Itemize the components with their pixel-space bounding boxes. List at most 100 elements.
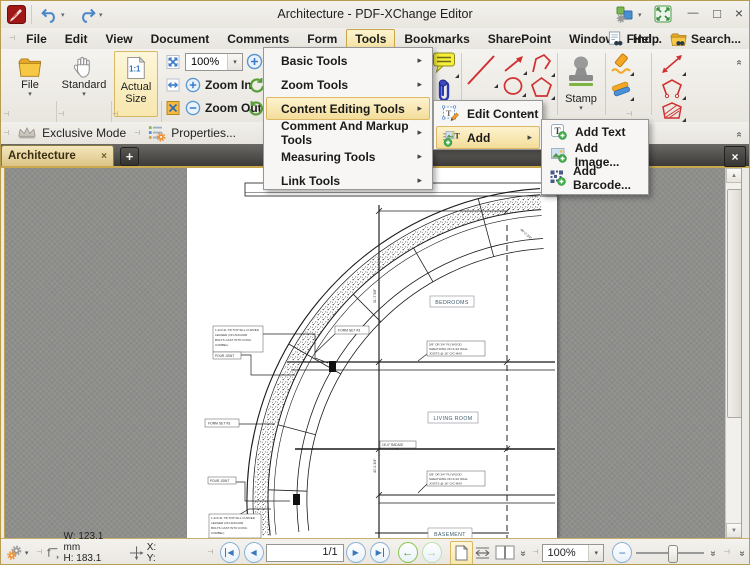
- close-button[interactable]: ×: [725, 4, 750, 22]
- status-options-arrow: ▾: [25, 549, 29, 557]
- menu-item-add-image[interactable]: Add Image...: [544, 144, 646, 166]
- last-page-button[interactable]: ▶: [370, 542, 390, 563]
- close-document-button[interactable]: ×: [724, 146, 746, 167]
- area-tool[interactable]: [659, 101, 685, 121]
- submenu-arrow-icon: ▸: [417, 55, 422, 66]
- fit-width-button[interactable]: [164, 76, 182, 94]
- exclusive-mode-label: Exclusive Mode: [42, 126, 126, 140]
- find-button[interactable]: Find...: [627, 32, 662, 46]
- actual-size-button[interactable]: 1:1 ActualSize: [114, 51, 158, 117]
- ui-options-dropdown-arrow[interactable]: ▾: [638, 11, 642, 19]
- document-area: BEDROOMS LIVING ROOM BASEMENT 1-3/4×11 7…: [1, 168, 750, 538]
- new-tab-button[interactable]: +: [120, 147, 139, 166]
- annotation-text: JOISTS @ 16" O/C MAX: [429, 482, 462, 486]
- row2-collapse-chevron[interactable]: »: [737, 125, 741, 143]
- status-zoom-combo[interactable]: 100% ▾: [542, 544, 605, 562]
- zoom-out-slider-button[interactable]: −: [612, 542, 632, 563]
- zoom-level-combo[interactable]: 100% ▾: [185, 53, 243, 71]
- fit-visible-button[interactable]: [164, 99, 182, 117]
- menu-item-link-tools[interactable]: Link Tools ▸: [266, 169, 430, 192]
- group-handle: ⊣: [58, 111, 64, 118]
- perimeter-tool[interactable]: [659, 77, 685, 99]
- menu-item-label: Comment And Markup Tools: [267, 119, 429, 147]
- zoom-slider-thumb[interactable]: [668, 545, 678, 563]
- menu-item-add-barcode[interactable]: Add Barcode...: [544, 167, 646, 189]
- properties-button[interactable]: Properties...: [142, 124, 242, 142]
- scroll-up-button[interactable]: ▲: [726, 168, 742, 183]
- menu-sharepoint[interactable]: SharePoint: [479, 29, 560, 49]
- tab-architecture[interactable]: Architecture ×: [1, 145, 114, 166]
- file-button[interactable]: File ▾: [7, 51, 53, 117]
- status-zoom-dropdown-arrow[interactable]: ▾: [588, 545, 603, 561]
- vertical-scrollbar[interactable]: ▲ ▼: [725, 168, 742, 538]
- line-tool[interactable]: [465, 53, 497, 87]
- zoom-combo-dropdown-arrow[interactable]: ▾: [227, 54, 242, 70]
- arrow-tool[interactable]: [502, 54, 526, 74]
- next-view-button[interactable]: →: [422, 542, 442, 563]
- statusbar-overflow-chevron[interactable]: »: [734, 547, 749, 558]
- add-text-icon: T: [549, 123, 569, 141]
- tab-close-icon[interactable]: ×: [101, 151, 107, 162]
- eraser-tool[interactable]: [609, 78, 633, 100]
- status-options-button[interactable]: ▾: [1, 544, 33, 561]
- next-page-button[interactable]: ▶: [346, 542, 366, 563]
- menu-item-add-text[interactable]: T Add Text: [544, 121, 646, 143]
- document-viewport[interactable]: BEDROOMS LIVING ROOM BASEMENT 1-3/4×11 7…: [4, 168, 742, 538]
- distance-tool[interactable]: [659, 53, 685, 75]
- polygon-tool[interactable]: [529, 75, 554, 99]
- line-flyout-mark: [494, 84, 498, 88]
- two-page-layout-button[interactable]: [493, 542, 516, 564]
- menu-comments[interactable]: Comments: [218, 29, 298, 49]
- first-page-button[interactable]: ◀: [220, 542, 240, 563]
- standard-tool-button[interactable]: Standard ▾: [59, 51, 109, 117]
- stamp-tool-button[interactable]: Stamp ▾: [560, 51, 602, 117]
- menu-item-content-editing-tools[interactable]: Content Editing Tools ▸: [266, 97, 430, 120]
- single-page-layout-button[interactable]: [450, 541, 473, 565]
- menu-bookmarks[interactable]: Bookmarks: [395, 29, 478, 49]
- group-handle: ⊣: [626, 111, 632, 118]
- highlight-flyout-mark: [630, 72, 634, 76]
- menu-item-comment-markup-tools[interactable]: Comment And Markup Tools ▸: [266, 121, 430, 144]
- group-handle: ⊣: [36, 549, 42, 556]
- previous-view-button[interactable]: ←: [398, 542, 418, 563]
- polyline-tool[interactable]: [529, 52, 554, 76]
- annotation-text: LEDGER (ON ANCHOR: [215, 333, 248, 337]
- menu-form[interactable]: Form: [298, 29, 346, 49]
- crown-icon: [17, 126, 37, 140]
- pdf-page[interactable]: BEDROOMS LIVING ROOM BASEMENT 1-3/4×11 7…: [187, 168, 557, 538]
- menu-item-add[interactable]: T Add ▸: [436, 126, 540, 149]
- menu-item-edit-content[interactable]: T Edit Content ▸: [436, 102, 540, 125]
- find-group-handle: ⊣: [598, 36, 604, 43]
- exclusive-mode-button[interactable]: Exclusive Mode: [11, 126, 132, 140]
- sticky-note-tool[interactable]: [432, 51, 458, 77]
- title-bar: ▾ ▾ Architecture - PDF-XChange Editor ▾ …: [1, 1, 749, 29]
- zoom-extra-chevron[interactable]: »: [706, 547, 719, 558]
- menu-document[interactable]: Document: [142, 29, 219, 49]
- zoom-slider[interactable]: [636, 543, 704, 563]
- oval-tool[interactable]: [502, 76, 525, 96]
- fullscreen-icon[interactable]: [651, 4, 675, 24]
- annotation-text: 16'-0" RADIUS: [382, 443, 403, 447]
- menu-view[interactable]: View: [96, 29, 141, 49]
- ui-options-icon[interactable]: [613, 4, 637, 24]
- toolbar-collapse-chevron[interactable]: »: [737, 53, 741, 71]
- fit-page-button[interactable]: [164, 53, 182, 71]
- highlight-tool[interactable]: [609, 53, 633, 75]
- add-submenu: T Add Text Add Image... Add Barcode...: [541, 119, 649, 195]
- search-button[interactable]: Search...: [691, 32, 741, 46]
- previous-page-button[interactable]: ◀: [244, 542, 264, 563]
- page-number-input[interactable]: 1/1: [266, 544, 344, 562]
- scroll-down-button[interactable]: ▼: [726, 523, 742, 538]
- zoom-tool-icon[interactable]: [246, 53, 263, 70]
- scrollbar-thumb[interactable]: [727, 189, 742, 418]
- menu-edit[interactable]: Edit: [56, 29, 97, 49]
- annotation-text: POUR JOINT: [210, 479, 229, 483]
- menu-tools[interactable]: Tools: [346, 29, 395, 49]
- menu-file[interactable]: File: [17, 29, 56, 49]
- layout-options-chevron[interactable]: »: [516, 547, 529, 558]
- group-handle: ⊣: [207, 549, 213, 556]
- menu-item-measuring-tools[interactable]: Measuring Tools ▸: [266, 145, 430, 168]
- fit-width-layout-button[interactable]: [473, 542, 494, 564]
- menu-item-basic-tools[interactable]: Basic Tools ▸: [266, 49, 430, 72]
- menu-item-zoom-tools[interactable]: Zoom Tools ▸: [266, 73, 430, 96]
